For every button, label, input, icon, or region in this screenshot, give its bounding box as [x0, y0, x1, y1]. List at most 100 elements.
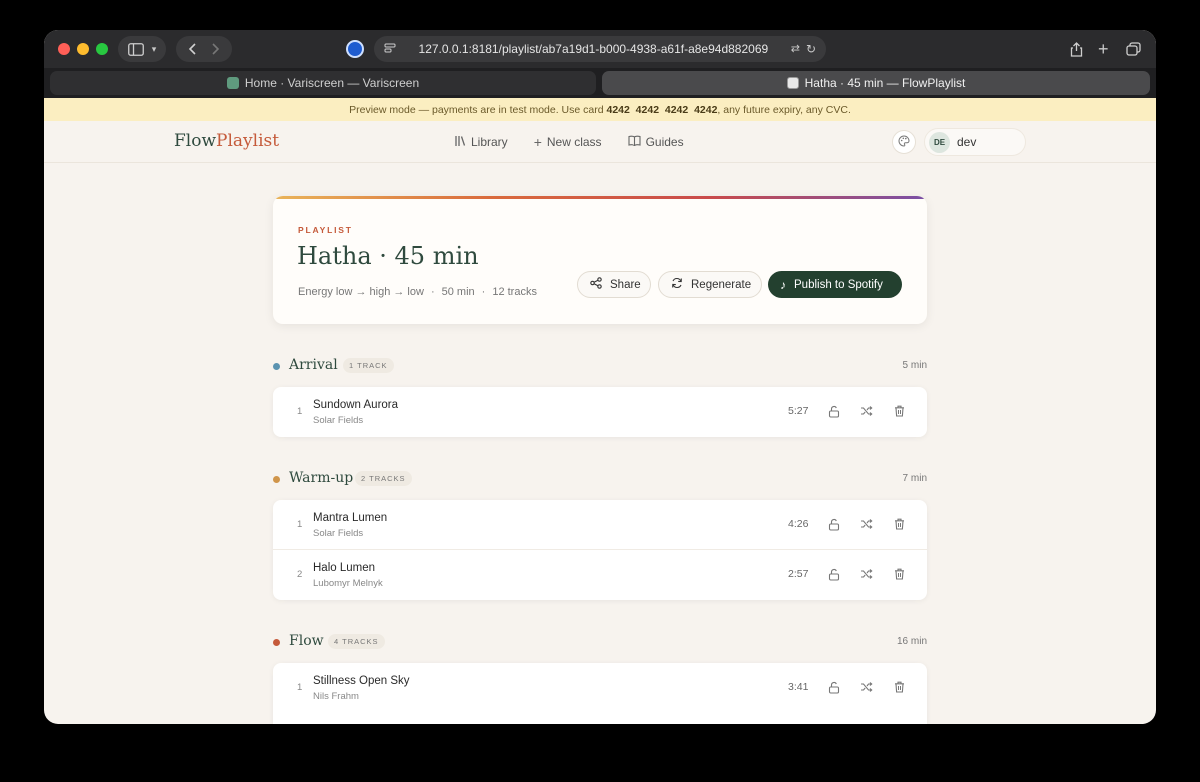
- logo-part-playlist: Playlist: [216, 131, 280, 151]
- publish-to-spotify-button[interactable]: ♪ Publish to Spotify: [768, 271, 902, 298]
- section-arrival-header: Arrival 1 TRACK 5 min: [273, 357, 927, 377]
- unlock-icon[interactable]: [826, 679, 842, 695]
- nav-library[interactable]: Library: [454, 134, 508, 150]
- theme-button[interactable]: [892, 130, 916, 154]
- track-number: 1: [297, 519, 303, 530]
- trash-icon[interactable]: [891, 516, 907, 532]
- section-color-dot: [273, 476, 280, 483]
- user-menu[interactable]: DE dev: [924, 128, 1026, 156]
- translate-icon[interactable]: ⇄: [791, 43, 800, 55]
- section-warm-up-tracks: 1 Mantra Lumen Solar Fields 4:26 2 Halo …: [273, 500, 927, 600]
- back-icon[interactable]: [188, 43, 196, 55]
- tab-playlist[interactable]: Hatha · 45 min — FlowPlaylist: [602, 71, 1150, 95]
- section-track-count-badge: 2 TRACKS: [355, 471, 412, 486]
- section-duration: 5 min: [902, 360, 927, 371]
- section-title: Warm-up: [289, 470, 354, 486]
- address-bar[interactable]: 127.0.0.1:8181/playlist/ab7a19d1-b000-49…: [374, 36, 826, 62]
- meta-separator: ·: [430, 286, 435, 298]
- section-duration: 7 min: [902, 473, 927, 484]
- track-count: 12 tracks: [492, 286, 537, 298]
- track-title: Halo Lumen: [313, 562, 376, 574]
- preview-mode-banner: Preview mode — payments are in test mode…: [44, 98, 1156, 121]
- password-manager-icon[interactable]: [346, 40, 364, 58]
- track-duration: 4:26: [788, 518, 809, 530]
- nav-label: Guides: [645, 135, 684, 149]
- reload-icon[interactable]: ↻: [806, 43, 816, 55]
- library-icon: [454, 135, 466, 150]
- history-nav: [176, 36, 232, 62]
- share-page-icon[interactable]: [1070, 42, 1083, 57]
- banner-text: Preview mode — payments are in test mode…: [349, 103, 607, 116]
- track-artist: Solar Fields: [313, 528, 364, 539]
- playlist-meta: Energy low → high → low · 50 min · 12 tr…: [298, 286, 537, 298]
- section-color-dot: [273, 363, 280, 370]
- section-arrival-tracks: 1 Sundown Aurora Solar Fields 5:27: [273, 387, 927, 437]
- nav-label: New class: [546, 135, 602, 149]
- plus-icon: +: [533, 134, 542, 150]
- browser-window: ▾ 127.0.0.1:8181/playlist/ab7a19d1-b000-…: [44, 30, 1156, 724]
- unlock-icon[interactable]: [826, 403, 842, 419]
- track-title: Stillness Open Sky: [313, 675, 410, 687]
- shuffle-icon[interactable]: [858, 516, 874, 532]
- gradient-stripe: [273, 196, 927, 199]
- avatar: DE: [929, 131, 950, 153]
- zoom-window-button[interactable]: [96, 43, 108, 55]
- banner-text-end: , any future expiry, any CVC.: [717, 103, 851, 116]
- banner-test-card: 4242 4242 4242 4242: [606, 103, 718, 116]
- share-button[interactable]: Share: [577, 271, 651, 298]
- track-artist: Lubomyr Melnyk: [313, 578, 383, 589]
- trash-icon[interactable]: [891, 403, 907, 419]
- shuffle-icon[interactable]: [858, 403, 874, 419]
- section-flow-header: Flow 4 TRACKS 16 min: [273, 633, 927, 653]
- unlock-icon[interactable]: [826, 566, 842, 582]
- sidebar-icon: [127, 42, 144, 56]
- close-window-button[interactable]: [58, 43, 70, 55]
- url-text: 127.0.0.1:8181/playlist/ab7a19d1-b000-49…: [418, 42, 769, 56]
- forward-icon[interactable]: [212, 43, 220, 55]
- shuffle-icon[interactable]: [858, 679, 874, 695]
- playlist-header-card: PLAYLIST Hatha · 45 min Energy low → hig…: [273, 196, 927, 324]
- track-row[interactable]: 1 Mantra Lumen Solar Fields 4:26: [273, 500, 927, 550]
- nav-guides[interactable]: Guides: [628, 134, 684, 150]
- book-icon: [628, 135, 641, 149]
- sidebar-toggle-button[interactable]: ▾: [118, 36, 166, 62]
- track-duration: 2:57: [788, 568, 809, 580]
- refresh-icon: [671, 277, 683, 292]
- total-duration: 50 min: [441, 286, 475, 298]
- section-title: Arrival: [289, 357, 338, 373]
- section-track-count-badge: 4 TRACKS: [328, 634, 385, 649]
- track-artist: Solar Fields: [313, 415, 364, 426]
- page-settings-icon[interactable]: [384, 43, 396, 55]
- main-nav: Library + New class Guides: [454, 134, 684, 150]
- trash-icon[interactable]: [891, 566, 907, 582]
- minimize-window-button[interactable]: [77, 43, 89, 55]
- palette-icon: [898, 134, 910, 150]
- meta-separator: ·: [481, 286, 486, 298]
- chevron-down-icon: ▾: [151, 43, 157, 54]
- new-tab-icon[interactable]: +: [1098, 40, 1109, 58]
- share-label: Share: [610, 278, 641, 291]
- track-title: Mantra Lumen: [313, 512, 388, 524]
- track-row[interactable]: 1 Stillness Open Sky Nils Frahm 3:41: [273, 663, 927, 713]
- tab-overview-icon[interactable]: [1126, 42, 1141, 56]
- section-warm-up-header: Warm-up 2 TRACKS 7 min: [273, 470, 927, 490]
- tab-home[interactable]: Home · Variscreen — Variscreen: [50, 71, 596, 95]
- energy-curve: Energy low → high → low: [298, 286, 424, 298]
- variscreen-favicon-icon: [226, 77, 239, 89]
- nav-label: Library: [471, 135, 508, 149]
- track-row[interactable]: 1 Sundown Aurora Solar Fields 5:27: [273, 387, 927, 437]
- section-duration: 16 min: [896, 636, 927, 647]
- playlist-title: Hatha · 45 min: [297, 242, 479, 270]
- share-icon: [590, 277, 602, 292]
- track-row[interactable]: 2 Halo Lumen Lubomyr Melnyk 2:57: [273, 550, 927, 600]
- username: dev: [957, 135, 977, 149]
- shuffle-icon[interactable]: [858, 566, 874, 582]
- regenerate-button[interactable]: Regenerate: [658, 271, 762, 298]
- nav-new-class[interactable]: + New class: [534, 134, 602, 150]
- trash-icon[interactable]: [891, 679, 907, 695]
- music-note-icon: ♪: [780, 277, 786, 292]
- track-duration: 3:41: [788, 681, 809, 693]
- regenerate-label: Regenerate: [691, 278, 752, 291]
- unlock-icon[interactable]: [826, 516, 842, 532]
- logo[interactable]: FlowPlaylist: [174, 131, 279, 151]
